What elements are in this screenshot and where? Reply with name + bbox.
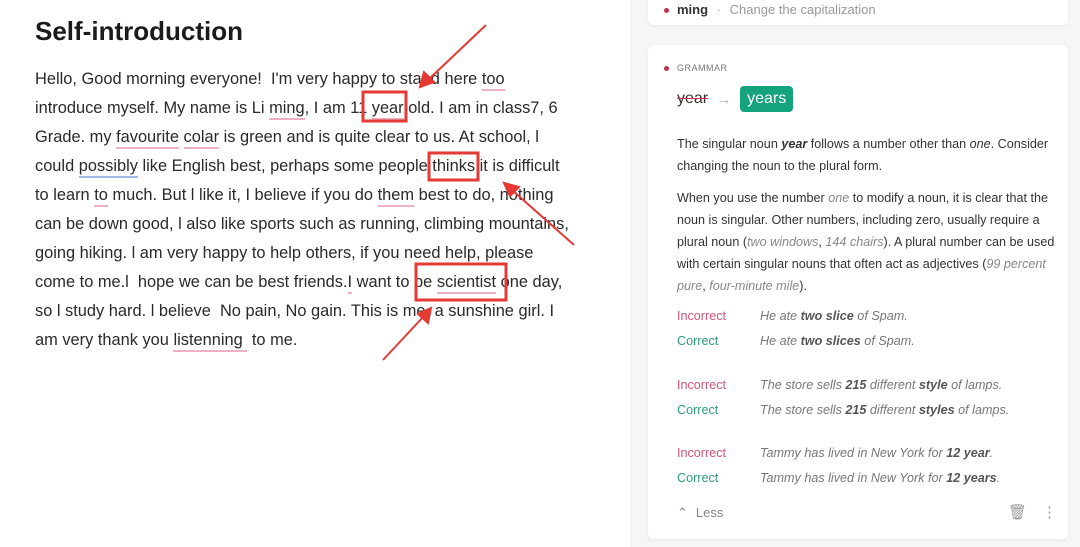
text-segment: much. But l like it, I believe if you do [107,186,378,204]
text-segment: so l study hard. l believe No pain, No g… [35,302,554,320]
text-segment: thinks [432,157,476,175]
text-segment: it is difficult [475,157,560,175]
text-segment: introduce myself. My name is Li [35,99,270,117]
flagged-word[interactable]: listenning [173,331,248,352]
text-line: could possibly like English best, perhap… [35,152,569,181]
example-correct: Correct Tammy has lived in New York for 1… [677,471,1001,485]
text-line: introduce myself. My name is Li ming, I … [35,94,569,123]
original-word: year [677,90,709,107]
example-incorrect: Incorrect Tammy has lived in New York for… [677,446,994,460]
flagged-word[interactable]: year [371,99,404,120]
text-segment: Grade. my [35,128,117,146]
suggestion-category: GRAMMAR [677,63,728,73]
suggestion-card-collapsed[interactable]: ming · Change the capitalization [648,0,1068,25]
text-segment: Hello, Good morning everyone! I'm very h… [35,70,482,88]
flagged-word[interactable]: favourite [116,128,179,149]
flagged-word[interactable]: too [481,70,505,91]
arrow-right-icon: → [717,91,732,107]
text-line: come to me.l hope we can be best friends… [35,268,569,297]
text-segment: one day, [496,273,563,291]
explanation-long: When you use the number one to modify a … [677,191,1055,293]
text-segment: come to me.l hope we can be best friends… [35,273,348,291]
example-incorrect: Incorrect He ate two slice of Spam. [677,309,908,323]
suggestion-word: ming [677,2,709,17]
document-title: Self-introduction [35,16,243,46]
text-segment: like English best, perhaps some people [137,157,433,175]
flagged-word[interactable]: scientist [436,273,497,294]
example-correct: Correct The store sells 215 different sty… [677,403,1010,417]
text-line: Grade. my favourite colar is green and i… [35,123,569,152]
error-dot-icon [664,66,669,72]
text-segment: going hiking. l am very happy to help ot… [35,244,534,262]
text-line: to learn to much. But l like it, I belie… [35,181,569,210]
example-incorrect: Incorrect The store sells 215 different s… [677,378,1003,392]
text-segment: could [35,157,79,175]
flagged-word[interactable]: to [94,186,108,207]
text-segment: is green and is quite clear to us. At sc… [219,128,539,146]
document-editor[interactable]: Self-introduction Hello, Good morning ev… [0,0,630,547]
text-line: so l study hard. l believe No pain, No g… [35,297,569,326]
separator: · [716,2,722,17]
text-line: going hiking. l am very happy to help ot… [35,239,569,268]
flagged-word[interactable]: possibly [78,157,138,178]
explanation-short: The singular noun year follows a number … [677,137,1049,173]
text-segment: am very thank you [35,331,174,349]
chevron-up-icon: ⌃ [677,505,688,520]
suggestion-hint: Change the capitalization [729,2,876,17]
example-correct: Correct He ate two slices of Spam. [677,334,915,348]
text-segment [179,128,184,146]
text-segment: best to do, nothing [414,186,554,204]
text-segment: want to be [352,273,437,291]
text-segment: to me. [247,331,298,349]
flagged-word[interactable]: ming [269,99,305,120]
accept-replacement-button[interactable]: years [740,86,794,112]
more-options-icon[interactable]: ⋮ [1042,503,1057,521]
text-line: am very thank you listenning to me. [35,326,569,355]
suggestions-panel: ming · Change the capitalization GRAMMAR… [630,0,1080,547]
text-line: can be down good, l also like sports suc… [35,210,569,239]
error-dot-icon [664,8,669,14]
text-line: Hello, Good morning everyone! I'm very h… [35,65,569,94]
less-button[interactable]: ⌃ Less [677,505,723,521]
suggestion-card-expanded: GRAMMAR year → years The singular noun y… [648,45,1068,539]
document-body[interactable]: Hello, Good morning everyone! I'm very h… [35,65,569,355]
flagged-word[interactable]: them [377,186,415,207]
text-segment: , I am 11 [304,99,372,117]
trash-icon[interactable]: 🗑 [1008,503,1027,521]
text-segment: old. I am in class7, 6 [403,99,558,117]
text-segment: can be down good, l also like sports suc… [35,215,569,233]
flagged-word[interactable]: colar [183,128,220,149]
text-segment: to learn [35,186,95,204]
